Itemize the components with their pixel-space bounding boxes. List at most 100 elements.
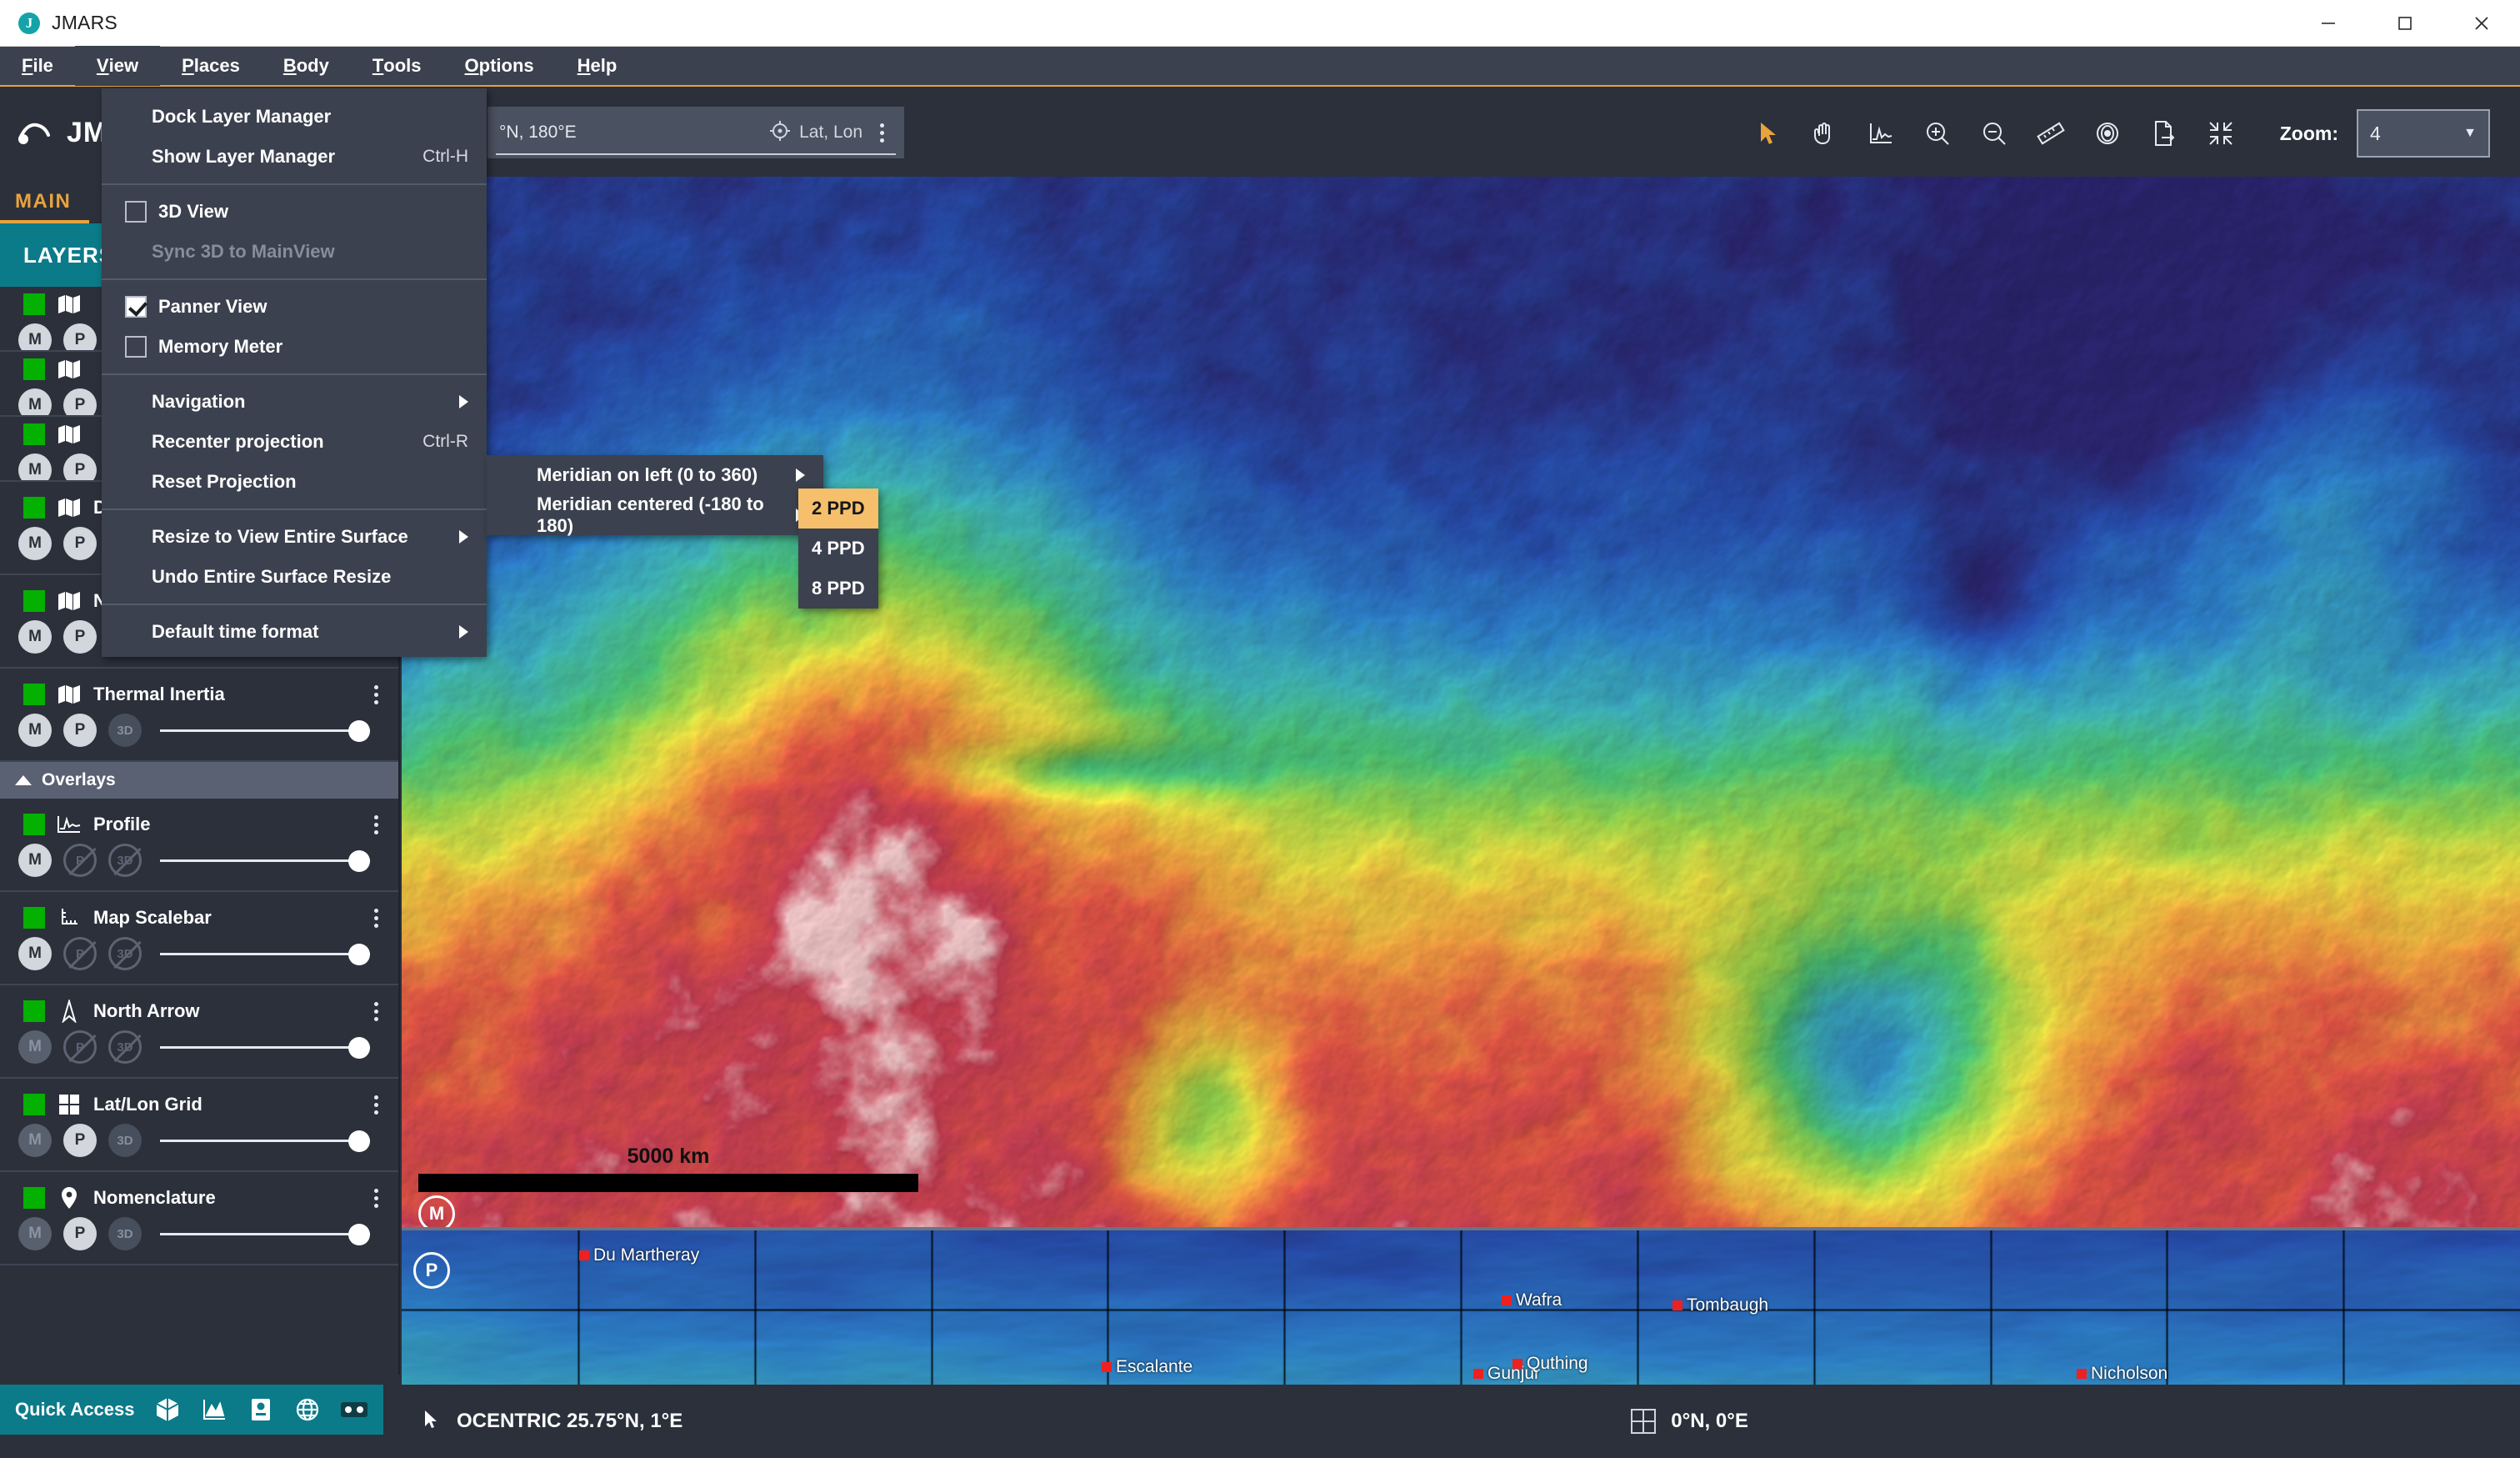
menu-item-reset-projection[interactable]: Reset Projection (102, 462, 487, 502)
coordinate-input[interactable]: °N, 180°E Lat, Lon (488, 107, 904, 158)
menu-file[interactable]: File (0, 46, 75, 86)
crosshair-icon[interactable] (769, 120, 791, 146)
layer-toggle-3d[interactable]: 3D (108, 937, 142, 970)
profile-chart-icon[interactable] (1862, 114, 1900, 153)
submenu-item-meridian-on-left[interactable]: Meridian on left (0 to 360) (487, 455, 823, 495)
layer-toggle-panner[interactable]: P (63, 1030, 97, 1064)
layer-toggle-3d[interactable]: 3D (108, 1124, 142, 1157)
layer-toggle-panner[interactable]: P (63, 714, 97, 747)
layer-kebab-menu-icon[interactable] (365, 812, 387, 837)
layer-toggle-panner[interactable]: P (63, 937, 97, 970)
layer-color-swatch[interactable] (23, 497, 45, 519)
layer-kebab-menu-icon[interactable] (365, 905, 387, 930)
coordinate-mode-label[interactable]: Lat, Lon (799, 123, 862, 143)
layer-toggle-main[interactable]: M (18, 1124, 52, 1157)
layer-kebab-menu-icon[interactable] (365, 1092, 387, 1117)
menu-item-navigation[interactable]: Navigation (102, 382, 487, 422)
layer-toggle-main[interactable]: M (18, 388, 52, 417)
zoom-select[interactable]: 4 ▼ (2357, 109, 2490, 158)
cursor-arrow-icon[interactable] (1748, 114, 1787, 153)
view-dropdown-menu[interactable]: Dock Layer Manager Show Layer Manager Ct… (102, 88, 487, 657)
panner-map[interactable] (402, 1230, 2520, 1385)
layer-row-lat-lon-grid[interactable]: Lat/Lon Grid M P 3D (0, 1079, 398, 1172)
export-page-icon[interactable] (2145, 114, 2183, 153)
minimize-button[interactable] (2290, 0, 2367, 47)
overlays-group-header[interactable]: Overlays (0, 762, 398, 799)
layer-toggle-main[interactable]: M (18, 714, 52, 747)
nomenclature-marker[interactable]: Escalante (1102, 1357, 1192, 1377)
chevron-up-icon[interactable] (15, 775, 32, 785)
coordinate-value[interactable]: °N, 180°E (499, 123, 761, 143)
checkbox-panner-view[interactable] (125, 296, 147, 318)
panner-view[interactable]: P Du MartherayEscalantePalosRobert Sharp… (402, 1227, 2520, 1385)
submenu-item-4-ppd[interactable]: 4 PPD (798, 529, 878, 569)
nomenclature-marker[interactable]: Nicholson (2077, 1364, 2168, 1384)
layer-toggle-3d[interactable]: 3D (108, 1030, 142, 1064)
layer-toggle-main[interactable]: M (18, 1217, 52, 1250)
zoom-out-icon[interactable] (1975, 114, 2013, 153)
main-map-view[interactable]: 5000 km M (402, 177, 2520, 1227)
menu-item-show-layer-manager[interactable]: Show Layer Manager Ctrl-H (102, 137, 487, 177)
menu-item-memory-meter[interactable]: Memory Meter (102, 327, 487, 367)
layer-opacity-slider[interactable] (160, 941, 370, 966)
layer-toggle-panner[interactable]: P (63, 844, 97, 877)
mars-topography-map[interactable] (402, 177, 2520, 1227)
layer-toggle-panner[interactable]: P (63, 453, 97, 482)
menu-help[interactable]: Help (556, 46, 639, 86)
menu-item-3d-view[interactable]: 3D View (102, 192, 487, 232)
chart-icon[interactable] (200, 1395, 228, 1424)
layer-color-swatch[interactable] (23, 590, 45, 612)
layer-toggle-3d[interactable]: 3D (108, 844, 142, 877)
checkbox-3d-view[interactable] (125, 201, 147, 223)
cube-icon[interactable] (153, 1395, 182, 1424)
layer-row-profile[interactable]: Profile M P 3D (0, 799, 398, 892)
layer-toggle-panner[interactable]: P (63, 620, 97, 654)
layer-toggle-main[interactable]: M (18, 453, 52, 482)
measure-ruler-icon[interactable] (2032, 114, 2070, 153)
collapse-arrows-icon[interactable] (2202, 114, 2240, 153)
layer-kebab-menu-icon[interactable] (365, 682, 387, 707)
nomenclature-marker[interactable]: Quthing (1512, 1354, 1588, 1374)
layer-toggle-main[interactable]: M (18, 1030, 52, 1064)
menu-item-default-time-format[interactable]: Default time format (102, 612, 487, 652)
layer-kebab-menu-icon[interactable] (365, 999, 387, 1024)
menu-item-panner-view[interactable]: Panner View (102, 287, 487, 327)
submenu-item-8-ppd[interactable]: 8 PPD (798, 569, 878, 609)
layer-opacity-slider[interactable] (160, 1221, 370, 1246)
layer-toggle-3d[interactable]: 3D (108, 1217, 142, 1250)
layer-color-swatch[interactable] (23, 684, 45, 705)
layer-toggle-main[interactable]: M (18, 937, 52, 970)
globe-icon[interactable] (293, 1395, 322, 1424)
pan-hand-icon[interactable] (1805, 114, 1843, 153)
menu-options[interactable]: Options (443, 46, 556, 86)
submenu-item-2-ppd[interactable]: 2 PPD (798, 489, 878, 529)
menu-body[interactable]: Body (262, 46, 351, 86)
layer-color-swatch[interactable] (23, 293, 45, 315)
checkbox-memory-meter[interactable] (125, 336, 147, 358)
resize-surface-submenu[interactable]: Meridian on left (0 to 360) Meridian cen… (487, 455, 823, 535)
layer-row-map-scalebar[interactable]: Map Scalebar M P 3D (0, 892, 398, 985)
layer-color-swatch[interactable] (23, 814, 45, 835)
layer-color-swatch[interactable] (23, 423, 45, 445)
layer-toggle-panner[interactable]: P (63, 323, 97, 352)
nomenclature-marker[interactable]: Wafra (1502, 1290, 1562, 1310)
layer-kebab-menu-icon[interactable] (365, 1185, 387, 1210)
menu-item-recenter-projection[interactable]: Recenter projection Ctrl-R (102, 422, 487, 462)
close-button[interactable] (2443, 0, 2520, 47)
maximize-button[interactable] (2367, 0, 2443, 47)
menu-view[interactable]: View (75, 46, 160, 86)
layer-toggle-main[interactable]: M (18, 844, 52, 877)
layer-toggle-panner[interactable]: P (63, 1124, 97, 1157)
layer-color-swatch[interactable] (23, 1000, 45, 1022)
nomenclature-marker[interactable]: Tombaugh (1672, 1295, 1768, 1315)
layer-color-swatch[interactable] (23, 907, 45, 929)
zoom-in-icon[interactable] (1918, 114, 1957, 153)
layer-toggle-main[interactable]: M (18, 620, 52, 654)
menu-item-dock-layer-manager[interactable]: Dock Layer Manager (102, 97, 487, 137)
layer-opacity-slider[interactable] (160, 718, 370, 743)
ppd-submenu[interactable]: 2 PPD 4 PPD 8 PPD (798, 489, 878, 609)
layer-color-swatch[interactable] (23, 1094, 45, 1115)
layer-color-swatch[interactable] (23, 1187, 45, 1209)
menu-tools[interactable]: Tools (351, 46, 443, 86)
layer-row-north-arrow[interactable]: North Arrow M P 3D (0, 985, 398, 1079)
